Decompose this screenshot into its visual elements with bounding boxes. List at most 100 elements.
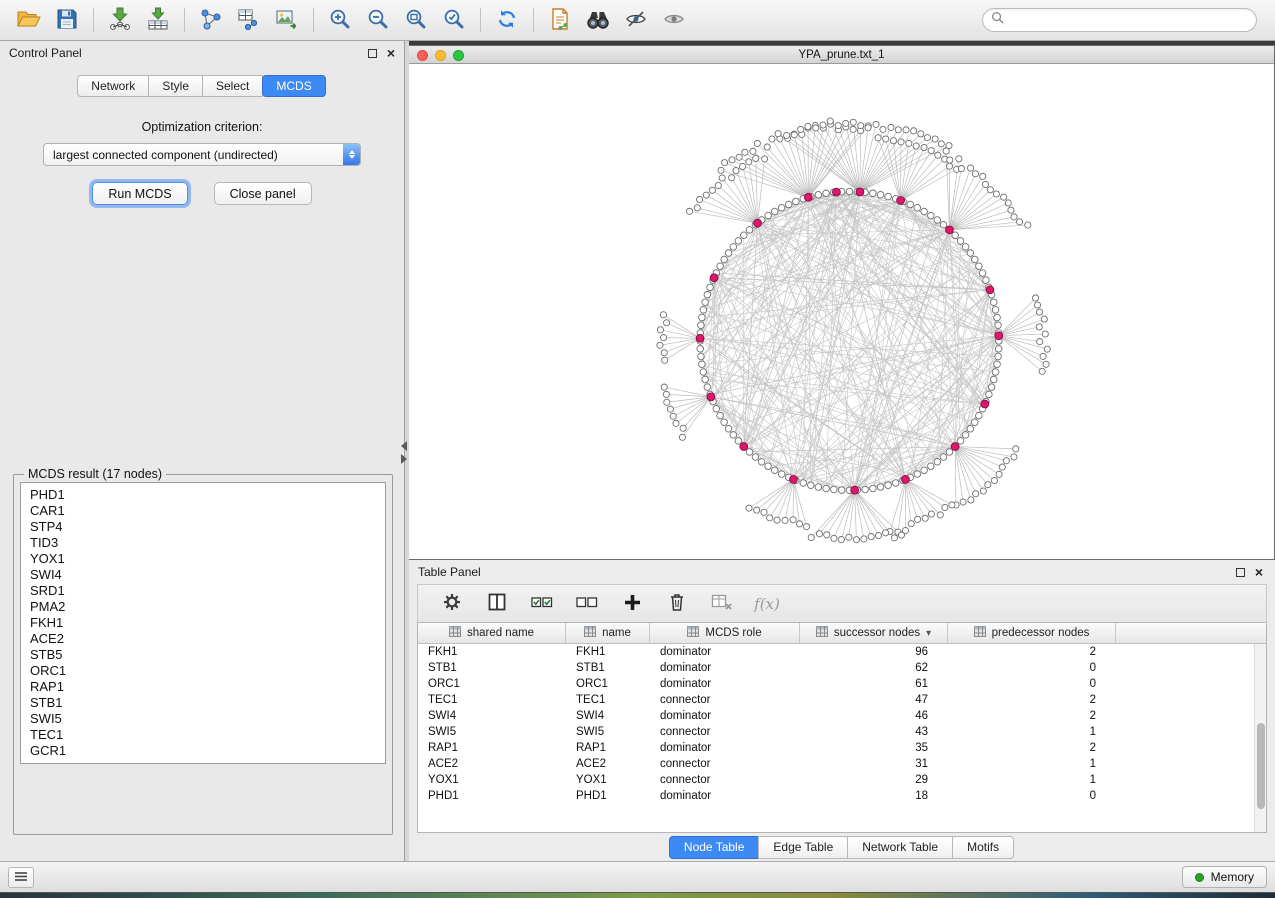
table-row[interactable]: RAP1RAP1dominator352 bbox=[418, 740, 1266, 756]
table-toolbar: f(x) bbox=[417, 584, 1267, 622]
tab-style[interactable]: Style bbox=[148, 75, 203, 97]
criterion-select[interactable]: largest connected component (undirected) bbox=[43, 143, 361, 166]
table-cell: 2 bbox=[948, 740, 1116, 756]
table-row[interactable]: ACE2ACE2connector311 bbox=[418, 756, 1266, 772]
table-row[interactable]: PHD1PHD1dominator180 bbox=[418, 788, 1266, 804]
mcds-result-item[interactable]: GCR1 bbox=[30, 743, 376, 759]
table-row[interactable]: TEC1TEC1connector472 bbox=[418, 692, 1266, 708]
mcds-result-item[interactable]: PMA2 bbox=[30, 599, 376, 615]
new-network-button[interactable] bbox=[230, 4, 268, 36]
mcds-result-item[interactable]: ORC1 bbox=[30, 663, 376, 679]
maximize-window-button[interactable] bbox=[453, 50, 464, 61]
table-row[interactable]: ORC1ORC1dominator610 bbox=[418, 676, 1266, 692]
refresh-icon bbox=[495, 7, 519, 34]
table-row[interactable]: SWI4SWI4dominator462 bbox=[418, 708, 1266, 724]
table-cell bbox=[1116, 676, 1266, 692]
search-network-button[interactable] bbox=[579, 4, 617, 36]
tab-network[interactable]: Network bbox=[77, 75, 149, 97]
zoom-fit-button[interactable] bbox=[397, 4, 435, 36]
column-header-MCDS-role[interactable]: MCDS role bbox=[650, 623, 800, 643]
add-column-button[interactable] bbox=[620, 592, 644, 616]
table-cell: 2 bbox=[948, 644, 1116, 660]
close-panel-icon[interactable]: × bbox=[387, 48, 395, 58]
delete-table-button[interactable] bbox=[710, 592, 734, 616]
hide-selected-button[interactable] bbox=[617, 4, 655, 36]
mcds-result-item[interactable]: RAP1 bbox=[30, 679, 376, 695]
network-canvas[interactable] bbox=[409, 64, 1274, 559]
mcds-result-item[interactable]: CAR1 bbox=[30, 503, 376, 519]
task-history-button[interactable] bbox=[8, 867, 34, 888]
mcds-result-item[interactable]: SWI5 bbox=[30, 711, 376, 727]
table-cell: 29 bbox=[800, 772, 948, 788]
mcds-result-list[interactable]: PHD1CAR1STP4TID3YOX1SWI4SRD1PMA2FKH1ACE2… bbox=[20, 482, 386, 764]
mcds-result-item[interactable]: TID3 bbox=[30, 535, 376, 551]
column-header-predecessor-nodes[interactable]: predecessor nodes bbox=[948, 623, 1116, 643]
panel-splitter[interactable] bbox=[405, 41, 409, 861]
search-box[interactable] bbox=[982, 8, 1257, 32]
close-table-panel-icon[interactable]: × bbox=[1255, 567, 1263, 577]
table-mode-button[interactable] bbox=[440, 592, 464, 616]
table-cell: STB1 bbox=[418, 660, 566, 676]
mcds-result-item[interactable]: STB1 bbox=[30, 695, 376, 711]
show-all-button[interactable] bbox=[655, 4, 693, 36]
refresh-button[interactable] bbox=[488, 4, 526, 36]
zoom-selected-button[interactable] bbox=[435, 4, 473, 36]
share-network-button[interactable] bbox=[192, 4, 230, 36]
show-columns-button[interactable] bbox=[485, 592, 509, 616]
search-input[interactable] bbox=[1009, 13, 1248, 27]
export-network-button[interactable] bbox=[541, 4, 579, 36]
scrollbar-thumb[interactable] bbox=[1257, 723, 1265, 809]
close-window-button[interactable] bbox=[417, 50, 428, 61]
select-all-button[interactable] bbox=[530, 592, 554, 616]
column-header-name[interactable]: name bbox=[566, 623, 650, 643]
mcds-result-item[interactable]: ACE2 bbox=[30, 631, 376, 647]
import-network-button[interactable] bbox=[101, 4, 139, 36]
network-window-titlebar[interactable]: YPA_prune.txt_1 bbox=[409, 46, 1274, 64]
table-cell: 46 bbox=[800, 708, 948, 724]
column-header-successor-nodes[interactable]: successor nodes▾ bbox=[800, 623, 948, 643]
mcds-result-item[interactable]: STB5 bbox=[30, 647, 376, 663]
tab-edge-table[interactable]: Edge Table bbox=[758, 836, 848, 859]
memory-button[interactable]: Memory bbox=[1182, 866, 1267, 888]
table-scrollbar[interactable] bbox=[1254, 644, 1266, 832]
column-header-filler bbox=[1116, 623, 1266, 643]
splitter-collapse-icon[interactable] bbox=[401, 441, 407, 464]
mcds-result-item[interactable]: SRD1 bbox=[30, 583, 376, 599]
table-cell: 0 bbox=[948, 788, 1116, 804]
mcds-result-item[interactable]: FKH1 bbox=[30, 615, 376, 631]
sort-chevron-icon: ▾ bbox=[926, 628, 931, 639]
float-panel-icon[interactable] bbox=[368, 49, 377, 58]
tab-mcds[interactable]: MCDS bbox=[262, 75, 325, 97]
table-cell bbox=[1116, 708, 1266, 724]
minimize-window-button[interactable] bbox=[435, 50, 446, 61]
tab-network-table[interactable]: Network Table bbox=[847, 836, 953, 859]
deselect-all-button[interactable] bbox=[575, 592, 599, 616]
import-table-button[interactable] bbox=[139, 4, 177, 36]
tab-node-table[interactable]: Node Table bbox=[669, 836, 760, 859]
float-table-panel-icon[interactable] bbox=[1236, 568, 1245, 577]
close-panel-button[interactable]: Close panel bbox=[214, 182, 312, 205]
tab-select[interactable]: Select bbox=[202, 75, 263, 97]
tab-motifs[interactable]: Motifs bbox=[952, 836, 1014, 859]
mcds-result-item[interactable]: PHD1 bbox=[30, 487, 376, 503]
table-cell: dominator bbox=[650, 740, 800, 756]
table-row[interactable]: SWI5SWI5connector431 bbox=[418, 724, 1266, 740]
zoom-out-button[interactable] bbox=[359, 4, 397, 36]
delete-column-button[interactable] bbox=[665, 592, 689, 616]
table-row[interactable]: STB1STB1dominator620 bbox=[418, 660, 1266, 676]
mcds-result-item[interactable]: STP4 bbox=[30, 519, 376, 535]
export-image-button[interactable] bbox=[268, 4, 306, 36]
table-row[interactable]: YOX1YOX1connector291 bbox=[418, 772, 1266, 788]
column-header-shared-name[interactable]: shared name bbox=[418, 623, 566, 643]
save-button[interactable] bbox=[48, 4, 86, 36]
zoom-in-button[interactable] bbox=[321, 4, 359, 36]
mcds-result-item[interactable]: TEC1 bbox=[30, 727, 376, 743]
network-graph[interactable] bbox=[409, 64, 1274, 559]
open-file-button[interactable] bbox=[10, 4, 48, 36]
table-panel-title: Table Panel bbox=[418, 565, 481, 579]
table-row[interactable]: FKH1FKH1dominator962 bbox=[418, 644, 1266, 660]
mcds-result-item[interactable]: SWI4 bbox=[30, 567, 376, 583]
mcds-result-item[interactable]: YOX1 bbox=[30, 551, 376, 567]
function-builder-button[interactable]: f(x) bbox=[755, 592, 779, 616]
run-mcds-button[interactable]: Run MCDS bbox=[92, 182, 187, 205]
